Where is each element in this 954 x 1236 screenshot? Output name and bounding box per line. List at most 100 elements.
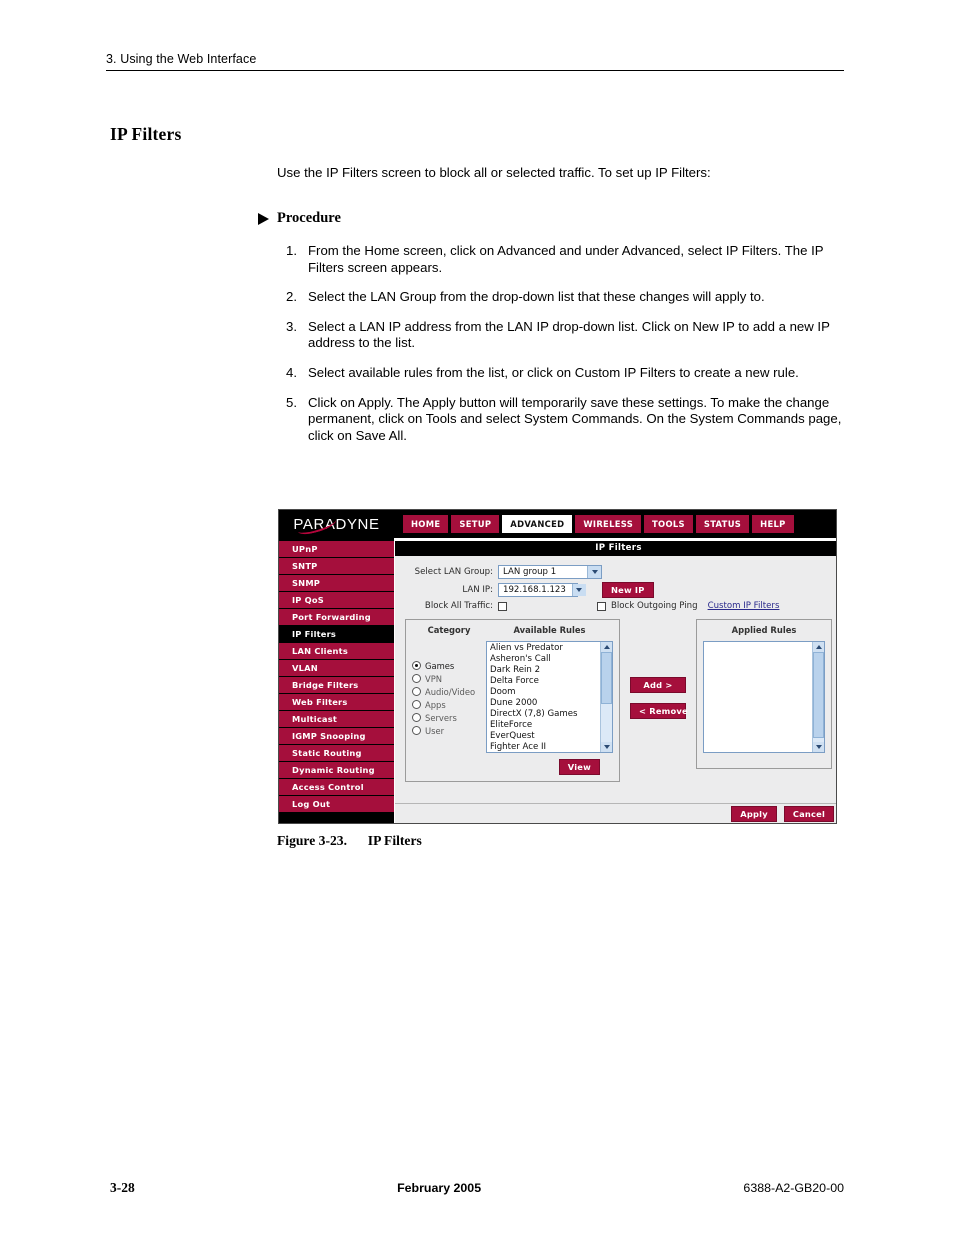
radio-user[interactable]: User [412,724,486,737]
applied-rules-header: Applied Rules [731,625,797,635]
radio-label: VPN [425,673,443,684]
list-item[interactable]: Fighter Ace II [490,742,600,752]
applied-rules-scrollbar[interactable] [812,642,824,752]
document-page: 3. Using the Web Interface IP Filters Us… [0,0,954,1236]
list-item[interactable]: Dune 2000 [490,698,600,709]
available-rules-listbox[interactable]: Alien vs Predator Asheron's Call Dark Re… [486,641,613,753]
radio-apps[interactable]: Apps [412,698,486,711]
sidebar-item-bridge-filters[interactable]: Bridge Filters [279,677,394,693]
radio-icon [412,674,421,683]
running-header-text: 3. Using the Web Interface [106,52,257,66]
applied-rules-items [704,642,812,752]
radio-audio-video[interactable]: Audio/Video [412,685,486,698]
list-item: 2. Select the LAN Group from the drop-do… [277,289,849,306]
sidebar-item-snmp[interactable]: SNMP [279,575,394,591]
app-body: UPnP SNTP SNMP IP QoS Port Forwarding IP… [279,541,836,823]
available-rules-header: Available Rules [513,625,586,635]
scroll-up-icon[interactable] [601,642,612,652]
scroll-down-icon[interactable] [601,742,612,752]
lan-group-label: Select LAN Group: [414,567,493,577]
add-rule-button[interactable]: Add > [630,677,686,693]
list-item[interactable]: EverQuest [490,731,600,742]
radio-vpn[interactable]: VPN [412,672,486,685]
sidebar-item-web-filters[interactable]: Web Filters [279,694,394,710]
sidebar-item-sntp[interactable]: SNTP [279,558,394,574]
chevron-down-icon [587,566,601,578]
list-item: 5. Click on Apply. The Apply button will… [277,395,849,445]
sidebar-item-ip-qos[interactable]: IP QoS [279,592,394,608]
list-item[interactable]: Asheron's Call [490,654,600,665]
chevron-down-icon [571,584,586,596]
lan-group-select[interactable]: LAN group 1 [498,565,602,579]
figure-screenshot: PARADYNE HOME SETUP ADVANCED WIRELESS TO… [278,509,837,824]
tab-wireless[interactable]: WIRELESS [575,515,642,533]
block-all-traffic-checkbox[interactable] [498,601,507,611]
list-item[interactable]: EliteForce [490,720,600,731]
step-number: 4. [286,364,297,380]
applied-rules-listbox[interactable] [703,641,825,753]
sidebar-item-static-routing[interactable]: Static Routing [279,745,394,761]
list-item[interactable]: Alien vs Predator [490,643,600,654]
available-rules-items: Alien vs Predator Asheron's Call Dark Re… [487,642,600,752]
view-button[interactable]: View [558,759,600,775]
rules-area: Category Available Rules Games VPN Audio… [405,619,832,782]
list-item[interactable]: DirectX (7,8) Games [490,709,600,720]
list-item[interactable]: Dark Rein 2 [490,665,600,676]
sidebar-item-ip-filters[interactable]: IP Filters [279,626,394,642]
paradyne-logo: PARADYNE [279,510,394,538]
step-text: Click on Apply. The Apply button will te… [308,394,842,443]
radio-icon [412,661,421,670]
step-text: Select a LAN IP address from the LAN IP … [308,318,830,351]
tab-tools[interactable]: TOOLS [644,515,693,533]
footer-doc-number: 6388-A2-GB20-00 [743,1181,844,1195]
radio-games[interactable]: Games [412,659,486,672]
available-rules-panel: Category Available Rules Games VPN Audio… [405,619,620,782]
scroll-down-icon[interactable] [813,742,824,752]
sidebar-item-vlan[interactable]: VLAN [279,660,394,676]
sidebar-item-igmp-snooping[interactable]: IGMP Snooping [279,728,394,744]
category-radio-group: Games VPN Audio/Video Apps Servers User [412,641,486,775]
scrollbar-thumb[interactable] [601,652,612,704]
scrollbar-thumb[interactable] [813,652,824,738]
lan-group-value: LAN group 1 [503,567,557,577]
radio-icon [412,700,421,709]
tab-advanced[interactable]: ADVANCED [502,515,573,533]
header-divider [106,70,844,71]
tab-setup[interactable]: SETUP [451,515,500,533]
list-item[interactable]: Delta Force [490,676,600,687]
action-bar: Apply Cancel [395,803,836,823]
tab-status[interactable]: STATUS [695,515,750,533]
lan-ip-select[interactable]: 192.168.1.123 [498,583,586,597]
tab-home[interactable]: HOME [403,515,449,533]
new-ip-button[interactable]: New IP [602,582,654,598]
radio-servers[interactable]: Servers [412,711,486,724]
cancel-button[interactable]: Cancel [783,806,834,822]
radio-label: Apps [425,699,446,710]
procedure-heading: Procedure [258,210,341,227]
transfer-buttons: Add > < Remove [620,619,696,719]
sidebar-item-lan-clients[interactable]: LAN Clients [279,643,394,659]
scroll-up-icon[interactable] [813,642,824,652]
sidebar-item-log-out[interactable]: Log Out [279,796,394,812]
sidebar-item-port-forwarding[interactable]: Port Forwarding [279,609,394,625]
sidebar-item-upnp[interactable]: UPnP [279,541,394,557]
list-item: 1. From the Home screen, click on Advanc… [277,243,849,276]
sidebar-item-multicast[interactable]: Multicast [279,711,394,727]
page-footer: 3-28 February 2005 6388-A2-GB20-00 [110,1180,844,1196]
sidebar-item-access-control[interactable]: Access Control [279,779,394,795]
category-header: Category [427,625,471,635]
figure-caption: Figure 3-23. IP Filters [277,833,422,849]
list-item[interactable]: Doom [490,687,600,698]
figure-title: IP Filters [367,833,422,848]
block-outgoing-ping-checkbox[interactable] [597,601,606,611]
rules-columns: Games VPN Audio/Video Apps Servers User … [412,641,613,775]
step-number: 5. [286,394,297,410]
available-rules-scrollbar[interactable] [600,642,612,752]
sidebar-item-dynamic-routing[interactable]: Dynamic Routing [279,762,394,778]
tab-help[interactable]: HELP [752,515,794,533]
content-pane: IP Filters Select LAN Group: LAN group 1… [394,541,836,823]
custom-ip-filters-link[interactable]: Custom IP Filters [708,601,780,611]
remove-rule-button[interactable]: < Remove [630,703,688,719]
radio-icon [412,726,421,735]
apply-button[interactable]: Apply [731,806,777,822]
